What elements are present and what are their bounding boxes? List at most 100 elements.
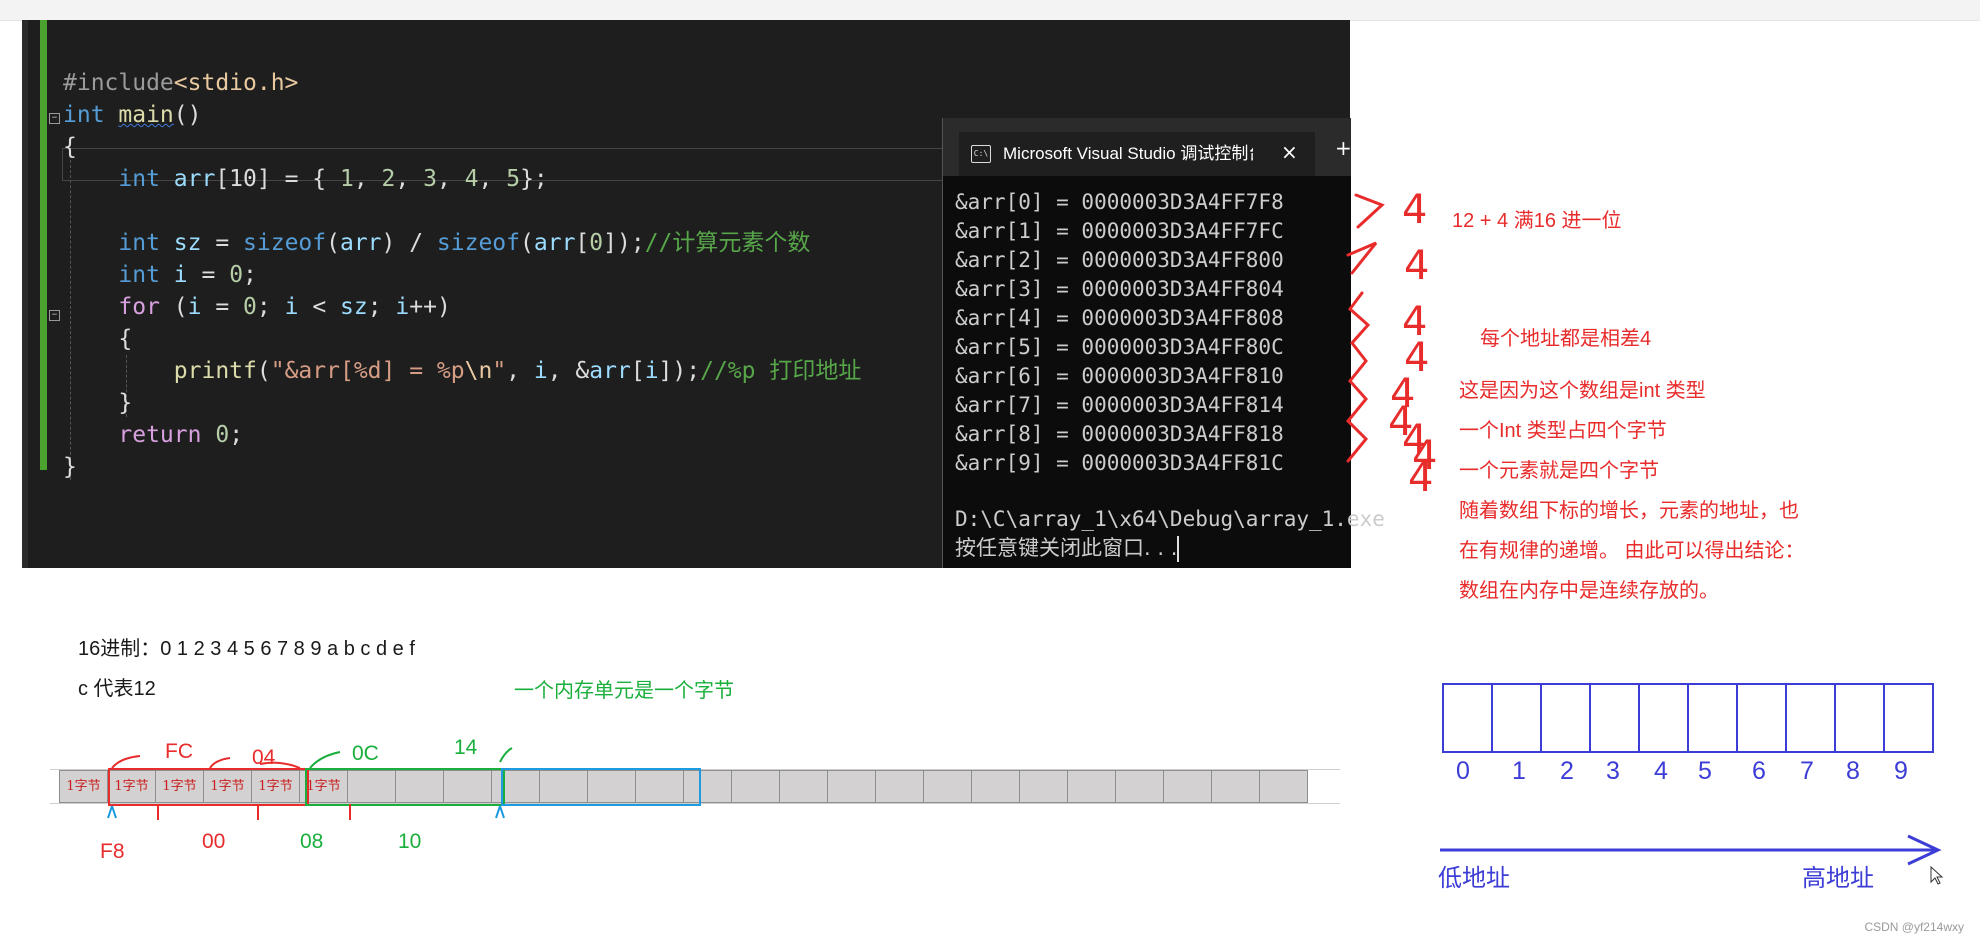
bracket-mark [1345,291,1371,463]
close-icon[interactable]: × [1281,140,1298,164]
array-cell [1736,683,1787,753]
text-cursor [1177,536,1180,562]
code-token: 5 [506,166,521,192]
console-line: &arr[5] = 0000003D3A4FF80C [955,335,1284,359]
array-index-label: 5 [1698,757,1712,785]
code-line[interactable]: } [63,387,132,419]
address-label-bottom: 10 [398,830,422,853]
memory-cell [1067,770,1116,803]
code-token: int [118,166,174,192]
change-indicator-bar [40,20,47,470]
array-index-label: 9 [1894,757,1908,785]
code-token: 0 [215,422,230,448]
explanation-line: 随着数组下标的增长，元素的地址，也 [1459,500,1799,522]
array-index-label: 7 [1800,757,1814,785]
code-token: { [63,326,133,352]
explanation-line: 这是因为这个数组是int 类型 [1459,380,1706,402]
code-line[interactable]: { [63,131,77,163]
code-line[interactable]: return 0; [63,419,243,451]
explanation-line: 数组在内存中是连续存放的。 [1459,580,1719,602]
code-token: = [201,230,244,256]
code-token: i [644,358,659,384]
watermark-text: CSDN @yf214wxy [1864,920,1964,934]
array-cell [1687,683,1738,753]
explanation-line: 一个Int 类型占四个字节 [1459,420,1667,442]
code-token: () [173,102,202,128]
arrow-curve [309,751,341,769]
code-token: arr [533,230,576,256]
code-token: arr [589,358,631,384]
console-exe-path: D:\C\array_1\x64\Debug\array_1.exe [955,507,1385,531]
array-cell [1638,683,1689,753]
code-token: , [478,166,507,192]
bracket-mark [1346,241,1378,275]
console-line: &arr[7] = 0000003D3A4FF814 [955,393,1284,417]
code-token: , [395,166,424,192]
arrow-curve [499,747,513,763]
console-line: &arr[8] = 0000003D3A4FF818 [955,422,1284,446]
code-token: , [506,358,534,384]
array-cell [1491,683,1542,753]
code-token: [ [630,358,645,384]
code-line[interactable]: #include<stdio.h> [63,67,298,99]
code-token: ; [367,294,396,320]
array-index-label: 0 [1456,757,1470,785]
console-line: &arr[1] = 0000003D3A4FF7FC [955,219,1284,243]
arrow-tick [495,805,505,819]
console-line: &arr[0] = 0000003D3A4FF7F8 [955,190,1284,214]
fold-toggle-icon[interactable]: − [49,310,60,321]
code-token: i [284,294,299,320]
debug-console-window[interactable]: C:\ Microsoft Visual Studio 调试控制台 × + &a… [942,118,1385,568]
code-line[interactable]: printf("&arr[%d] = %p\n", i, &arr[i]);//… [63,355,862,387]
array-index-label: 3 [1606,757,1620,785]
code-token: [ [575,230,590,256]
code-token: ]); [603,230,645,256]
code-token: < [298,294,341,320]
array-diagram [1442,683,1934,753]
code-line[interactable]: int main() [63,99,201,131]
code-line[interactable]: int sz = sizeof(arr) / sizeof(arr[0]);//… [63,227,810,259]
array-cell [1834,683,1885,753]
note-memory-unit: 一个内存单元是一个字节 [514,680,734,702]
fold-toggle-icon[interactable]: − [49,113,60,124]
code-token: ) / [381,230,437,256]
high-address-label: 高地址 [1802,865,1874,892]
console-tab-bar: C:\ Microsoft Visual Studio 调试控制台 × + [943,118,1352,176]
code-line[interactable]: int arr[10] = { 1, 2, 3, 4, 5}; [63,163,547,195]
code-line[interactable]: { [63,323,132,355]
arrow-curve [209,757,231,769]
console-app-icon: C:\ [971,145,991,163]
code-line[interactable]: for (i = 0; i < sz; i++) [63,291,450,323]
address-label-bottom: 00 [202,830,226,853]
code-token: = [201,294,244,320]
code-line[interactable]: } [63,451,77,483]
low-address-label: 低地址 [1438,865,1510,892]
new-tab-icon[interactable]: + [1335,136,1352,160]
array-index-label: 4 [1654,757,1668,785]
memory-cell [1163,770,1212,803]
code-line[interactable]: int i = 0; [63,259,257,291]
code-token: [10] = { [215,166,340,192]
handwritten-four: 4 [1404,243,1429,289]
arrow-tick [107,805,117,819]
address-label-top: FC [165,740,193,763]
editor-margin [22,20,28,568]
memory-cell [779,770,828,803]
handwritten-four: 4 [1402,187,1427,233]
code-token: 4 [464,166,479,192]
console-line: &arr[9] = 0000003D3A4FF81C [955,451,1284,475]
code-token: //%p 打印地址 [700,358,862,384]
console-line: &arr[3] = 0000003D3A4FF804 [955,277,1284,301]
code-token: #include [63,70,174,96]
note-diff: 每个地址都是相差4 [1480,328,1652,350]
handwritten-annotations: 444444444 [1345,187,1437,501]
array-cell [1589,683,1640,753]
bracket-mark [1354,193,1385,229]
console-tab[interactable]: C:\ Microsoft Visual Studio 调试控制台 × [959,132,1315,176]
element-2-box [501,768,701,806]
code-token: 3 [423,166,437,192]
